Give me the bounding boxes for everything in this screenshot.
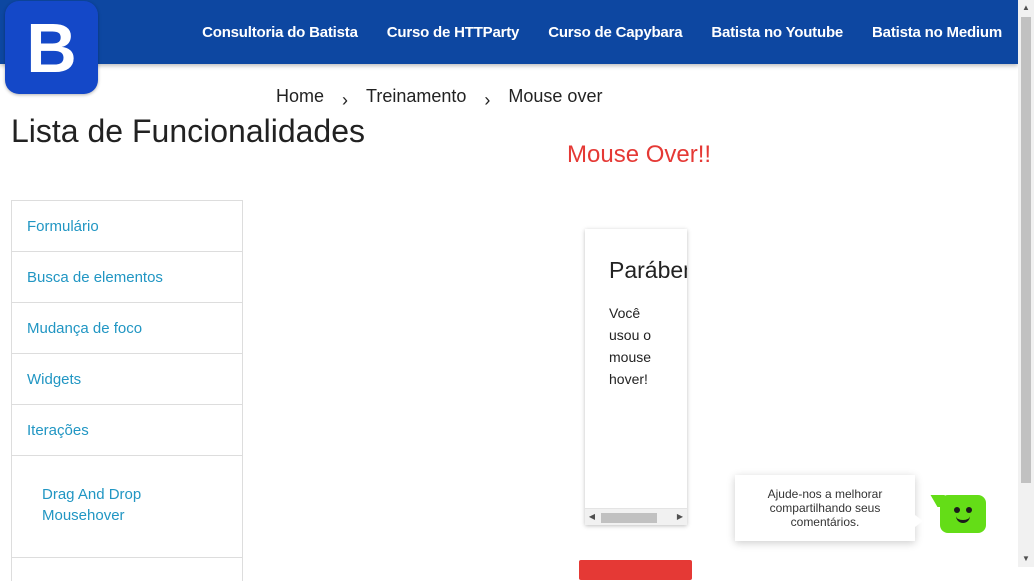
sidebar-menu: Formulário Busca de elementos Mudança de… bbox=[11, 200, 243, 581]
feedback-bubble: Ajude-nos a melhorar compartilhando seus… bbox=[735, 475, 923, 541]
scroll-up-icon[interactable]: ▲ bbox=[1018, 0, 1034, 16]
card-horizontal-scrollbar[interactable]: ◀ ▶ bbox=[585, 508, 687, 525]
breadcrumb-home[interactable]: Home bbox=[276, 86, 324, 107]
nav-link-capybara[interactable]: Curso de Capybara bbox=[548, 24, 682, 41]
nav-link-consultoria[interactable]: Consultoria do Batista bbox=[202, 24, 358, 41]
chevron-right-icon: › bbox=[484, 90, 491, 110]
scroll-down-icon[interactable]: ▼ bbox=[1018, 551, 1034, 567]
scroll-left-icon[interactable]: ◀ bbox=[585, 509, 599, 525]
nav-link-medium[interactable]: Batista no Medium bbox=[872, 24, 1002, 41]
page-scrollbar-thumb[interactable] bbox=[1021, 17, 1031, 483]
sidebar-item-formulario[interactable]: Formulário bbox=[12, 201, 242, 252]
sidebar-subitem-mousehover[interactable]: Mousehover bbox=[42, 505, 242, 526]
card-text: Você usou o mouse hover! bbox=[609, 305, 652, 387]
smiley-chat-icon[interactable] bbox=[940, 495, 986, 533]
page-title: Mouse Over!! bbox=[567, 141, 712, 168]
sidebar-submenu: Drag And Drop Mousehover bbox=[12, 456, 242, 558]
card-title: Parábens bbox=[609, 257, 687, 283]
scrollbar-thumb[interactable] bbox=[601, 513, 657, 523]
sidebar-item-mudanca-foco[interactable]: Mudança de foco bbox=[12, 303, 242, 354]
sidebar-item-iteracoes[interactable]: Iterações bbox=[12, 405, 242, 456]
breadcrumb-current: Mouse over bbox=[508, 86, 603, 106]
mouseover-card[interactable]: Parábens Você usou o mouse hover! ◀ ▶ bbox=[585, 229, 687, 525]
sidebar-title-text: Lista de Funcionalidades bbox=[11, 113, 366, 149]
feedback-message: Ajude-nos a melhorar compartilhando seus… bbox=[767, 487, 883, 529]
nav-link-youtube[interactable]: Batista no Youtube bbox=[711, 24, 843, 41]
sidebar-item-busca-elementos[interactable]: Busca de elementos bbox=[12, 252, 242, 303]
breadcrumb: Home › Treinamento › Mouse over bbox=[276, 86, 603, 110]
sidebar-subitem-drag-and-drop[interactable]: Drag And Drop bbox=[42, 484, 242, 505]
action-button[interactable] bbox=[579, 560, 692, 580]
breadcrumb-treinamento[interactable]: Treinamento bbox=[366, 86, 466, 107]
chevron-right-icon: › bbox=[342, 90, 349, 110]
scroll-right-icon[interactable]: ▶ bbox=[673, 509, 687, 525]
page-scrollbar[interactable]: ▲ ▼ bbox=[1018, 0, 1034, 567]
smiley-mouth bbox=[956, 513, 970, 523]
brand-logo[interactable]: B bbox=[5, 1, 98, 94]
sidebar-title: Lista de Funcionalidades bbox=[11, 113, 365, 149]
sidebar-item-widgets[interactable]: Widgets bbox=[12, 354, 242, 405]
top-nav: Consultoria do Batista Curso de HTTParty… bbox=[173, 0, 1002, 64]
top-navbar: Consultoria do Batista Curso de HTTParty… bbox=[0, 0, 1018, 64]
nav-link-httparty[interactable]: Curso de HTTParty bbox=[387, 24, 520, 41]
logo-letter: B bbox=[26, 8, 77, 87]
